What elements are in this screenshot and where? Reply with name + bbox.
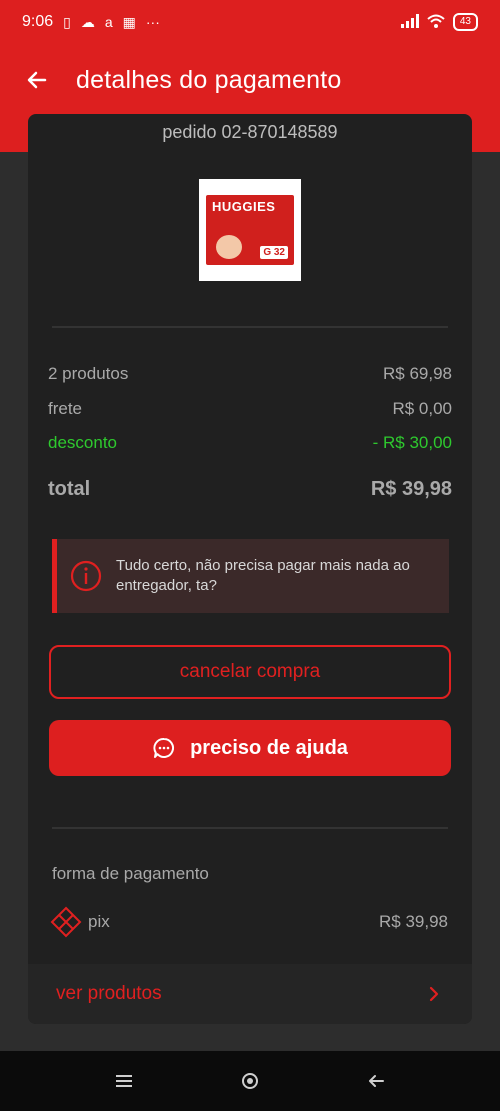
shipping-value: R$ 0,00 <box>392 399 452 418</box>
help-button[interactable]: preciso de ajuda <box>49 720 451 776</box>
divider <box>52 827 448 829</box>
payment-method-heading: forma de pagamento <box>52 864 209 883</box>
chat-bubble-icon <box>153 737 175 758</box>
product-image[interactable]: HUGGIES G 32 <box>199 179 301 281</box>
amazon-icon: a <box>104 14 113 30</box>
baby-illustration <box>216 235 242 259</box>
back-icon[interactable] <box>361 1066 391 1096</box>
recent-apps-icon[interactable] <box>109 1066 139 1096</box>
total-row: total R$ 39,98 <box>48 478 452 501</box>
total-value: R$ 39,98 <box>370 478 452 500</box>
wifi-icon <box>427 14 445 31</box>
total-label: total <box>48 478 91 500</box>
chevron-right-icon <box>429 986 439 1002</box>
page-title: detalhes do pagamento <box>76 65 342 94</box>
notification-icon: ▯ <box>63 13 71 30</box>
view-products-link[interactable]: ver produtos <box>28 964 472 1024</box>
status-time: 9:06 <box>22 13 54 30</box>
products-row: 2 produtos R$ 69,98 <box>48 364 452 384</box>
product-size: G 32 <box>260 246 288 259</box>
product-brand: HUGGIES <box>212 199 276 214</box>
view-products-label: ver produtos <box>56 983 162 1004</box>
discount-label: desconto <box>48 433 117 452</box>
discount-row: desconto - R$ 30,00 <box>48 433 452 453</box>
shipping-label: frete <box>48 399 83 418</box>
products-label: 2 produtos <box>48 364 129 383</box>
notice-text: Tudo certo, não precisa pagar mais nada … <box>116 557 410 594</box>
diaper-box-illustration: HUGGIES G 32 <box>206 195 294 265</box>
signal-icon <box>400 13 419 31</box>
info-icon <box>70 560 102 592</box>
order-number: pedido 02-870148589 <box>162 122 338 142</box>
products-value: R$ 69,98 <box>383 364 452 383</box>
cancel-order-label: cancelar compra <box>179 661 321 682</box>
calendar-icon: ▦ <box>122 13 136 30</box>
app-header: detalhes do pagamento <box>0 48 500 112</box>
home-icon[interactable] <box>235 1066 265 1096</box>
battery-icon: 43 <box>452 13 478 31</box>
cloud-icon: ☁ <box>80 13 95 30</box>
info-notice: Tudo certo, não precisa pagar mais nada … <box>52 539 449 613</box>
more-icon: ··· <box>145 14 160 30</box>
payment-details-card: pedido 02-870148589 HUGGIES G 32 2 produ… <box>28 114 472 1024</box>
system-nav-bar <box>0 1051 500 1111</box>
pix-icon <box>50 906 82 938</box>
shipping-row: frete R$ 0,00 <box>48 399 452 419</box>
cancel-order-button[interactable]: cancelar compra <box>49 645 451 699</box>
help-label: preciso de ajuda <box>190 736 348 759</box>
payment-method-name: pix <box>88 912 110 931</box>
payment-method-row: pix R$ 39,98 <box>50 906 448 938</box>
divider <box>52 326 448 328</box>
status-bar: 9:06 ▯ ☁ a ▦ ··· 43 <box>0 0 500 44</box>
payment-amount: R$ 39,98 <box>379 912 448 931</box>
discount-value: - R$ 30,00 <box>372 433 452 452</box>
back-arrow-icon[interactable] <box>22 65 52 95</box>
